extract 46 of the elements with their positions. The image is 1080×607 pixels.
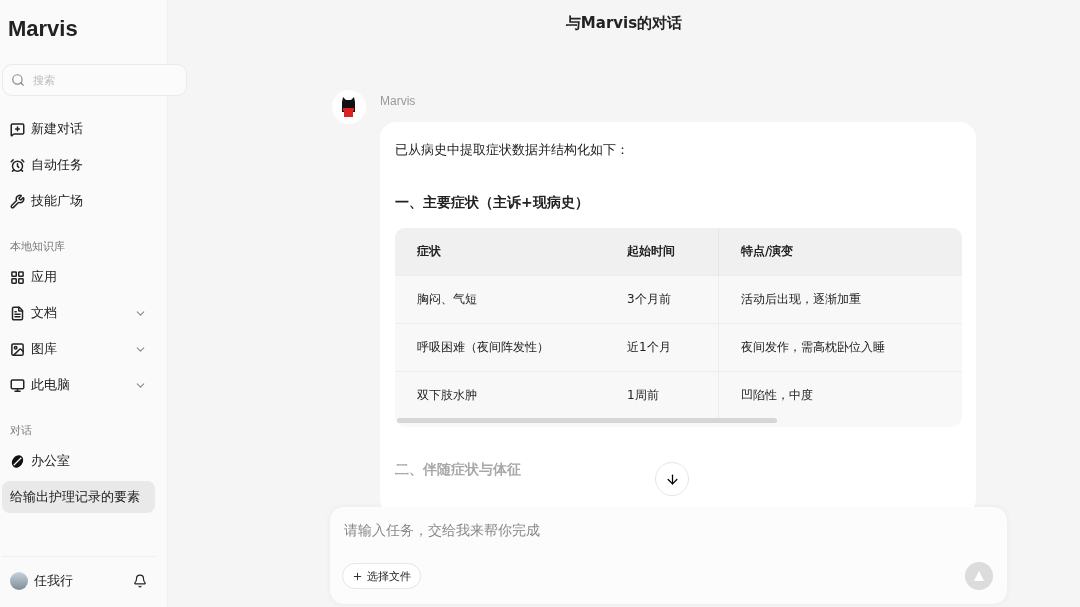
bell-icon[interactable]	[133, 574, 147, 588]
cat-avatar-icon	[332, 90, 366, 124]
section-heading: 一、主要症状（主诉+现病史）	[395, 194, 590, 212]
section-heading: 二、伴随症状与体征	[395, 461, 522, 479]
task-input-box[interactable]: 请输入任务，交给我来帮你完成 选择文件	[330, 507, 1007, 604]
column-header: 起始时间	[605, 228, 718, 275]
monitor-icon	[10, 377, 25, 393]
chat-item[interactable]: 办公室	[2, 445, 155, 477]
triangle-icon	[973, 570, 985, 582]
nav-item[interactable]: 此电脑	[2, 369, 155, 401]
select-file-button[interactable]: 选择文件	[342, 563, 421, 589]
table-cell: 3个月前	[605, 275, 718, 323]
table-cell: 夜间发作，需高枕卧位入睡	[718, 323, 962, 371]
document-icon	[10, 305, 25, 321]
grid-icon	[10, 269, 25, 285]
app-logo: Marvis	[7, 15, 79, 43]
nav-item[interactable]: 技能广场	[2, 185, 155, 217]
image-icon	[10, 341, 25, 357]
nav-item[interactable]: 文档	[2, 297, 155, 329]
table-cell: 呼吸困难（夜间阵发性）	[395, 323, 605, 371]
search-field[interactable]: 搜索	[2, 64, 187, 96]
nav-item[interactable]: 图库	[2, 333, 155, 365]
user-name: 任我行	[34, 572, 74, 590]
chat-item[interactable]: 给输出护理记录的要素	[2, 481, 155, 513]
chat-title: 与Marvis的对话	[564, 13, 684, 34]
message-text: 已从病史中提取症状数据并结构化如下：	[395, 141, 630, 159]
table-cell: 近1个月	[605, 323, 718, 371]
column-header: 症状	[395, 228, 605, 275]
column-header: 特点/演变	[718, 228, 962, 275]
plus-icon	[352, 570, 363, 582]
table-cell: 活动后出现，逐渐加重	[718, 275, 962, 323]
arrow-down-icon	[664, 471, 680, 487]
nav-item[interactable]: 新建对话	[2, 113, 155, 145]
nav-item[interactable]: 应用	[2, 261, 155, 293]
section-title: 对话	[9, 423, 33, 438]
scrollbar[interactable]	[397, 418, 777, 423]
wrench-icon	[10, 193, 25, 209]
sender-name: Marvis	[380, 94, 417, 110]
user-avatar[interactable]	[10, 572, 28, 590]
section-title: 本地知识库	[9, 239, 66, 254]
search-icon	[11, 73, 25, 87]
table-cell: 胸闷、气短	[395, 275, 605, 323]
new-chat-icon	[10, 121, 25, 137]
bean-icon	[10, 453, 25, 469]
nav-item[interactable]: 自动任务	[2, 149, 155, 181]
alarm-clock-icon	[10, 157, 25, 173]
